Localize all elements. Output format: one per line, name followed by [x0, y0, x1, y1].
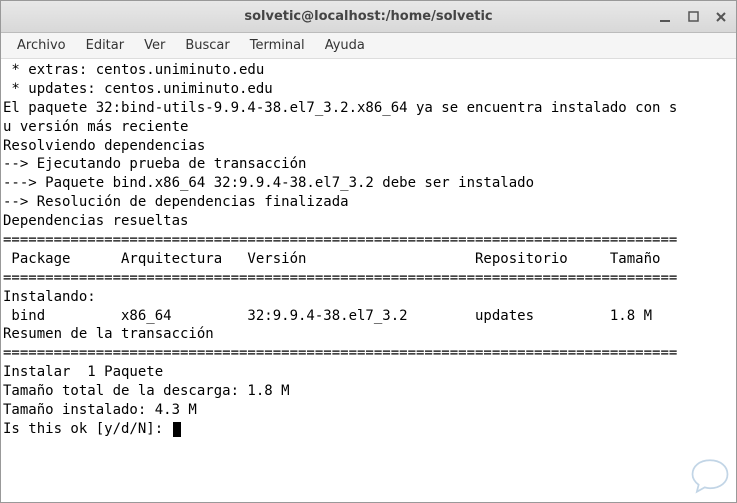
menu-archivo[interactable]: Archivo — [7, 35, 76, 56]
minimize-button[interactable] — [658, 10, 672, 24]
titlebar: solvetic@localhost:/home/solvetic — [1, 1, 736, 33]
menu-ver[interactable]: Ver — [134, 35, 175, 56]
terminal-line: Instalando: — [3, 288, 734, 307]
prompt-text: Is this ok [y/d/N]: — [3, 421, 172, 437]
menu-editar[interactable]: Editar — [76, 35, 135, 56]
prompt-line: Is this ok [y/d/N]: — [3, 420, 734, 439]
window-title: solvetic@localhost:/home/solvetic — [244, 9, 492, 24]
cursor-icon — [173, 422, 181, 437]
terminal-line: * updates: centos.uniminuto.edu — [3, 80, 734, 99]
terminal-line: ========================================… — [3, 269, 734, 288]
window-controls — [658, 10, 728, 24]
menubar: Archivo Editar Ver Buscar Terminal Ayuda — [1, 33, 736, 59]
menu-terminal[interactable]: Terminal — [240, 35, 315, 56]
terminal-line: ========================================… — [3, 231, 734, 250]
terminal-line: u versión más reciente — [3, 118, 734, 137]
menu-buscar[interactable]: Buscar — [175, 35, 239, 56]
terminal-line: --> Resolución de dependencias finalizad… — [3, 193, 734, 212]
terminal-line: Tamaño instalado: 4.3 M — [3, 401, 734, 420]
terminal-line: bind x86_64 32:9.9.4-38.el7_3.2 updates … — [3, 307, 734, 326]
terminal-line: ---> Paquete bind.x86_64 32:9.9.4-38.el7… — [3, 174, 734, 193]
terminal-line: Tamaño total de la descarga: 1.8 M — [3, 382, 734, 401]
terminal-line: Instalar 1 Paquete — [3, 363, 734, 382]
terminal-line: * extras: centos.uniminuto.edu — [3, 61, 734, 80]
terminal-line: Resolviendo dependencias — [3, 137, 734, 156]
terminal-output[interactable]: * extras: centos.uniminuto.edu * updates… — [1, 59, 736, 502]
terminal-line: Package Arquitectura Versión Repositorio… — [3, 250, 734, 269]
terminal-window: solvetic@localhost:/home/solvetic Archiv… — [0, 0, 737, 503]
terminal-line: ========================================… — [3, 344, 734, 363]
terminal-line: Dependencias resueltas — [3, 212, 734, 231]
close-button[interactable] — [714, 10, 728, 24]
terminal-line: El paquete 32:bind-utils-9.9.4-38.el7_3.… — [3, 99, 734, 118]
terminal-line: Resumen de la transacción — [3, 325, 734, 344]
maximize-button[interactable] — [686, 10, 700, 24]
menu-ayuda[interactable]: Ayuda — [315, 35, 375, 56]
terminal-line: --> Ejecutando prueba de transacción — [3, 155, 734, 174]
